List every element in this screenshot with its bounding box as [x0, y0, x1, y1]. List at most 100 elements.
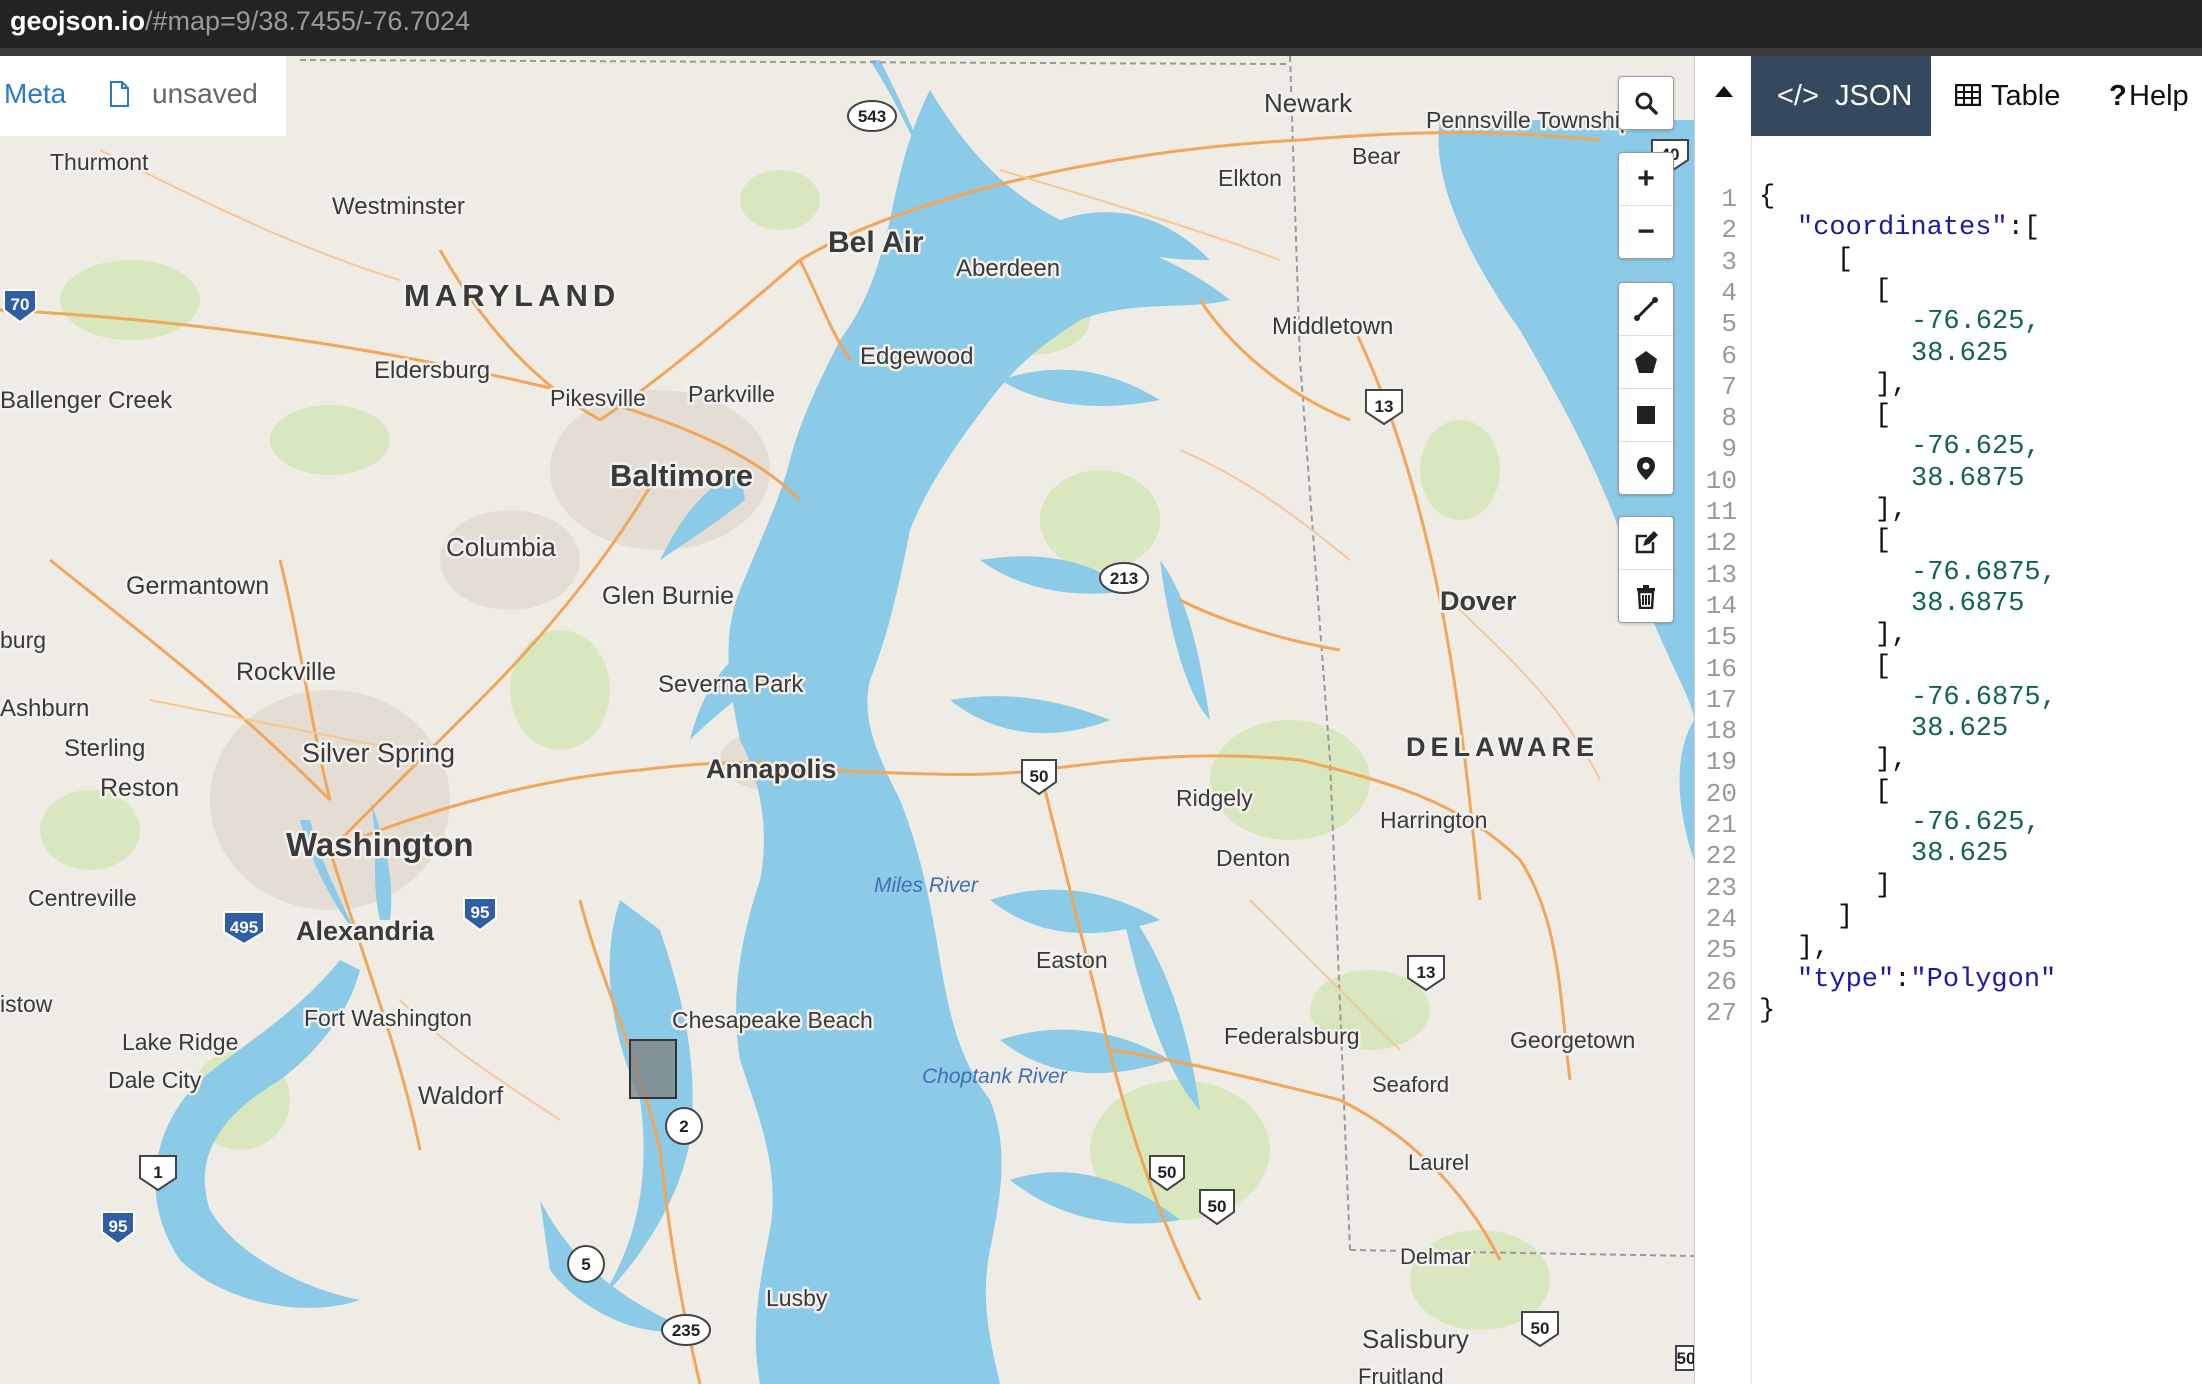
svg-text:Severna Park: Severna Park	[658, 671, 804, 698]
json-punctuation: }	[1759, 995, 1776, 1026]
svg-text:Reston: Reston	[100, 774, 179, 802]
svg-text:Annapolis: Annapolis	[706, 754, 837, 784]
svg-text:Seaford: Seaford	[1372, 1072, 1449, 1097]
code-line: -76.625,	[1911, 432, 2041, 462]
line-number: 24	[1705, 903, 1737, 934]
code-icon: </>	[1777, 80, 1819, 112]
json-punctuation: {	[1759, 182, 1776, 212]
edit-icon	[1635, 531, 1658, 554]
code-line: 38.625	[1911, 339, 2008, 369]
svg-text:2: 2	[679, 1117, 688, 1136]
unsaved-label[interactable]: unsaved	[152, 78, 258, 110]
svg-text:Harrington: Harrington	[1380, 807, 1487, 833]
code-line: [	[1875, 401, 1891, 431]
zoom-in-button[interactable]: +	[1619, 153, 1673, 205]
route-shield: 235	[661, 1314, 711, 1346]
coordinate-value: -76.6875,	[1911, 682, 2057, 713]
json-punctuation: ],	[1797, 933, 1830, 964]
svg-text:Ballenger Creek: Ballenger Creek	[0, 387, 173, 414]
json-punctuation: [	[1875, 275, 1892, 306]
edit-toolbar	[1618, 516, 1674, 623]
line-number: 6	[1721, 340, 1737, 371]
code-line: 38.625	[1911, 839, 2008, 869]
line-number: 16	[1705, 653, 1737, 684]
svg-text:Salisbury: Salisbury	[1362, 1324, 1469, 1354]
svg-text:Pennsville Township: Pennsville Township	[1426, 107, 1633, 133]
svg-text:istow: istow	[0, 991, 53, 1017]
svg-text:Bear: Bear	[1352, 143, 1401, 169]
line-number: 27	[1705, 997, 1737, 1028]
line-number: 4	[1721, 277, 1737, 308]
search-button[interactable]	[1619, 77, 1673, 129]
coordinate-value: -76.625,	[1911, 432, 2041, 463]
json-punctuation: ],	[1875, 495, 1908, 525]
code-line: 38.6875	[1911, 464, 2024, 494]
svg-text:Middletown: Middletown	[1272, 313, 1393, 340]
code-line: [	[1837, 245, 1853, 275]
tab-json[interactable]: </> JSON	[1751, 56, 1931, 136]
line-number: 21	[1705, 810, 1737, 840]
draw-polygon-icon	[1635, 351, 1657, 373]
draw-rectangle-button[interactable]	[1619, 388, 1673, 441]
route-shield: 2	[665, 1107, 703, 1145]
line-number: 17	[1705, 684, 1737, 715]
json-punctuation: [	[1837, 244, 1854, 275]
json-punctuation: ]	[1875, 870, 1892, 901]
svg-text:Columbia: Columbia	[446, 532, 556, 562]
svg-text:50: 50	[1030, 767, 1049, 786]
line-number: 22	[1705, 841, 1737, 872]
draw-polygon-button[interactable]	[1619, 335, 1673, 388]
svg-text:495: 495	[230, 918, 258, 937]
draw-rectangle-icon	[1637, 406, 1655, 424]
code-line: 38.6875	[1911, 589, 2024, 619]
svg-text:Federalsburg: Federalsburg	[1224, 1023, 1360, 1049]
code-line: 38.625	[1911, 714, 2008, 744]
svg-text:95: 95	[109, 1217, 128, 1236]
drawn-polygon[interactable]	[629, 1039, 677, 1099]
state-label: MARYLAND	[404, 278, 620, 313]
line-number: 2	[1721, 215, 1737, 246]
svg-text:Eldersburg: Eldersburg	[374, 357, 490, 384]
code-line: [	[1875, 526, 1891, 556]
draw-marker-button[interactable]	[1619, 441, 1673, 494]
tab-table[interactable]: Table	[1931, 56, 2091, 136]
svg-text:Parkville: Parkville	[688, 381, 775, 407]
map-canvas[interactable]: 543 70 13 213 50 495 95 2 1 5 235 40 50 …	[0, 56, 1694, 1384]
trash-icon	[1637, 585, 1655, 609]
line-number: 10	[1705, 465, 1737, 496]
json-punctuation: ]	[1837, 901, 1854, 932]
svg-text:Ashburn: Ashburn	[0, 695, 89, 722]
coordinate-value: 38.6875	[1911, 463, 2025, 494]
line-number: 5	[1721, 309, 1737, 340]
address-bar[interactable]: geojson.io/#map=9/38.7455/-76.7024	[0, 0, 2202, 56]
svg-text:Pikesville: Pikesville	[550, 385, 646, 411]
edit-button[interactable]	[1619, 517, 1673, 569]
map-area[interactable]: 543 70 13 213 50 495 95 2 1 5 235 40 50 …	[0, 56, 1694, 1384]
code-line: ],	[1797, 933, 1829, 963]
line-number-gutter: 1 2 3 4 5 6 7 8 9 10 11 12 13 14 15 16 17 18 19 20 21 22 23 24 2…	[1695, 136, 1752, 1384]
svg-text:Chesapeake Beach: Chesapeake Beach	[672, 1007, 873, 1033]
document-icon	[110, 81, 129, 107]
table-icon	[1955, 84, 1981, 106]
svg-text:50: 50	[1158, 1163, 1177, 1182]
line-number: 26	[1705, 966, 1737, 997]
line-number: 23	[1705, 872, 1737, 903]
code-line: {	[1759, 182, 1775, 212]
meta-menu[interactable]: Meta	[4, 78, 66, 110]
line-number: 20	[1705, 778, 1737, 809]
draw-line-button[interactable]	[1619, 283, 1673, 335]
svg-text:Rockville: Rockville	[236, 658, 336, 686]
collapse-arrow-icon[interactable]	[1715, 86, 1733, 97]
line-number: 12	[1705, 528, 1737, 559]
code-line: ],	[1875, 495, 1907, 525]
json-key: "coordinates"	[1797, 213, 2008, 244]
code-line: [	[1875, 276, 1891, 306]
svg-text:Edgewood: Edgewood	[860, 343, 973, 370]
delete-button[interactable]	[1619, 569, 1673, 622]
coordinate-value: -76.625,	[1911, 808, 2041, 838]
svg-text:Germantown: Germantown	[126, 572, 269, 600]
coordinate-value: -76.6875,	[1911, 557, 2057, 588]
code-line: ]	[1837, 902, 1853, 932]
zoom-out-button[interactable]: −	[1619, 205, 1673, 258]
tab-help[interactable]: ? Help	[2101, 56, 2202, 136]
